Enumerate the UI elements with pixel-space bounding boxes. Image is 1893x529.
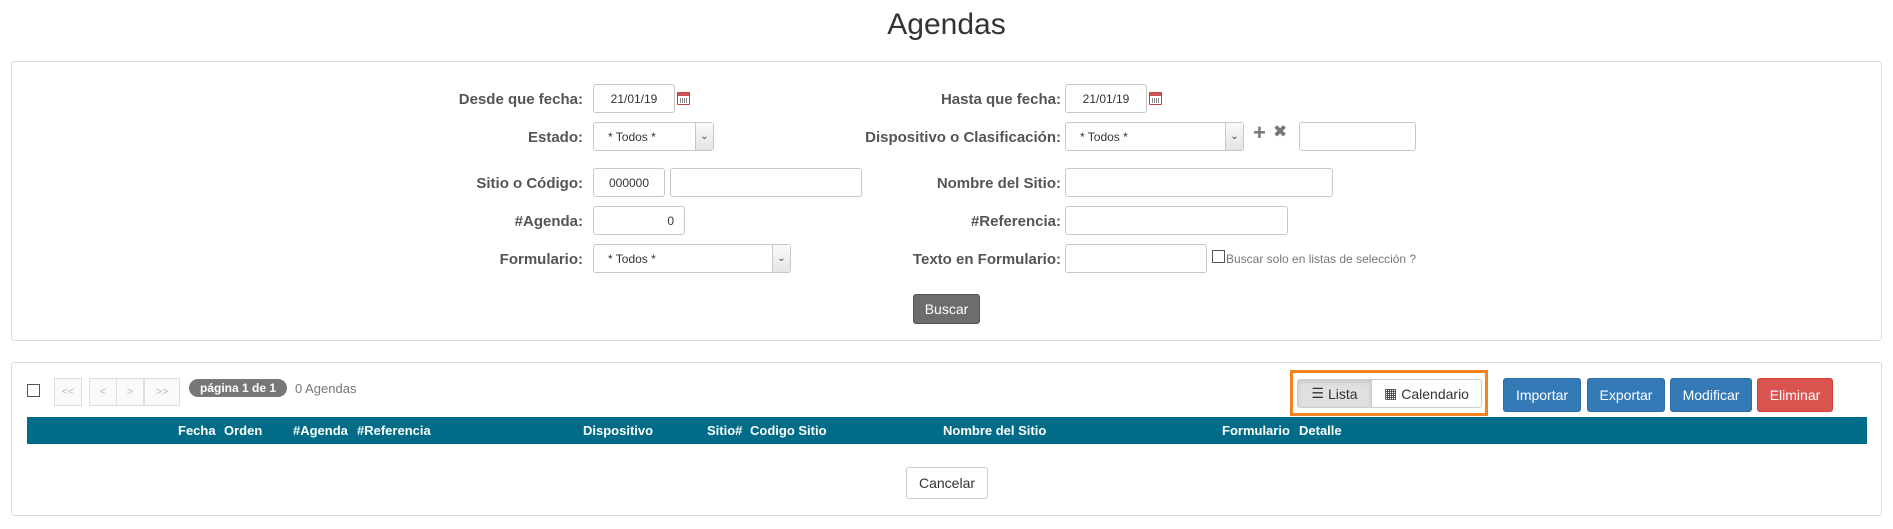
nombre-sitio-input[interactable] <box>1065 168 1333 197</box>
sitio-label: Sitio o Código: <box>476 175 583 192</box>
calendar-icon: ▦ <box>1384 385 1398 401</box>
hasta-label: Hasta que fecha: <box>940 91 1061 108</box>
agenda-input[interactable]: 0 <box>593 206 685 235</box>
select-all-checkbox[interactable] <box>27 384 40 397</box>
formulario-label: Formulario: <box>499 251 583 268</box>
referencia-label: #Referencia: <box>970 213 1061 230</box>
dispositivo-select-value: * Todos * <box>1080 130 1128 144</box>
solo-listas-checkbox[interactable] <box>1212 250 1225 263</box>
agendas-count: 0 Agendas <box>295 381 357 396</box>
chevron-down-icon: ⌄ <box>1225 123 1243 150</box>
sitio-text-input[interactable] <box>670 168 862 197</box>
dispositivo-extra-input[interactable] <box>1299 122 1416 151</box>
pager-next-button[interactable]: > <box>116 378 144 406</box>
page-info-badge: página 1 de 1 <box>189 379 288 397</box>
dispositivo-label: Dispositivo o Clasificación: <box>865 129 1061 146</box>
chevron-down-icon: ⌄ <box>772 245 790 272</box>
view-toggle-group: ☰ Lista ▦ Calendario <box>1290 370 1488 416</box>
column-header[interactable]: Dispositivo <box>583 423 653 438</box>
formulario-select[interactable]: * Todos * ⌄ <box>593 244 791 273</box>
eliminar-button[interactable]: Eliminar <box>1757 378 1833 412</box>
referencia-input[interactable] <box>1065 206 1288 235</box>
nombre-sitio-label: Nombre del Sitio: <box>936 175 1061 192</box>
pager-prev-button[interactable]: < <box>89 378 117 406</box>
agenda-label: #Agenda: <box>514 213 583 230</box>
lista-view-button[interactable]: ☰ Lista <box>1297 379 1372 408</box>
estado-label: Estado: <box>527 129 583 146</box>
pager-first-button[interactable]: << <box>54 378 82 406</box>
cancelar-button[interactable]: Cancelar <box>906 467 988 499</box>
modificar-button[interactable]: Modificar <box>1670 378 1752 412</box>
page-title: Agendas <box>887 8 1006 41</box>
exportar-button[interactable]: Exportar <box>1587 378 1665 412</box>
chevron-down-icon: ⌄ <box>695 123 713 150</box>
calendar-icon[interactable] <box>1149 92 1162 105</box>
remove-icon[interactable]: ✖ <box>1273 122 1287 142</box>
column-header[interactable]: Orden <box>224 423 262 438</box>
column-header[interactable]: #Referencia <box>357 423 431 438</box>
calendar-icon[interactable] <box>677 92 690 105</box>
column-header[interactable]: Formulario <box>1222 423 1290 438</box>
texto-formulario-label: Texto en Formulario: <box>912 251 1061 268</box>
column-header[interactable]: #Agenda <box>293 423 348 438</box>
list-icon: ☰ <box>1311 385 1324 401</box>
results-table-header: Fecha Orden #Agenda #Referencia Disposit… <box>27 417 1867 444</box>
column-header[interactable]: Codigo Sitio <box>750 423 827 438</box>
formulario-select-value: * Todos * <box>608 252 656 266</box>
column-header[interactable]: Nombre del Sitio <box>943 423 1046 438</box>
texto-formulario-input[interactable] <box>1065 244 1207 273</box>
column-header[interactable]: Detalle <box>1299 423 1342 438</box>
estado-select-value: * Todos * <box>608 130 656 144</box>
column-header[interactable]: Sitio# <box>707 423 742 438</box>
sitio-code-input[interactable]: 000000 <box>593 168 665 197</box>
column-header[interactable]: Fecha <box>178 423 216 438</box>
hasta-date-input[interactable]: 21/01/19 <box>1065 84 1147 113</box>
add-icon[interactable]: + <box>1253 120 1266 146</box>
desde-label: Desde que fecha: <box>458 91 583 108</box>
calendario-view-button[interactable]: ▦ Calendario <box>1371 379 1482 408</box>
calendario-view-label: Calendario <box>1401 385 1469 402</box>
dispositivo-select[interactable]: * Todos * ⌄ <box>1065 122 1244 151</box>
lista-view-label: Lista <box>1327 385 1358 402</box>
solo-listas-label: Buscar solo en listas de selección ? <box>1226 252 1417 266</box>
pager-last-button[interactable]: >> <box>144 378 180 406</box>
buscar-button[interactable]: Buscar <box>913 294 980 324</box>
desde-date-input[interactable]: 21/01/19 <box>593 84 675 113</box>
importar-button[interactable]: Importar <box>1503 378 1581 412</box>
estado-select[interactable]: * Todos * ⌄ <box>593 122 714 151</box>
